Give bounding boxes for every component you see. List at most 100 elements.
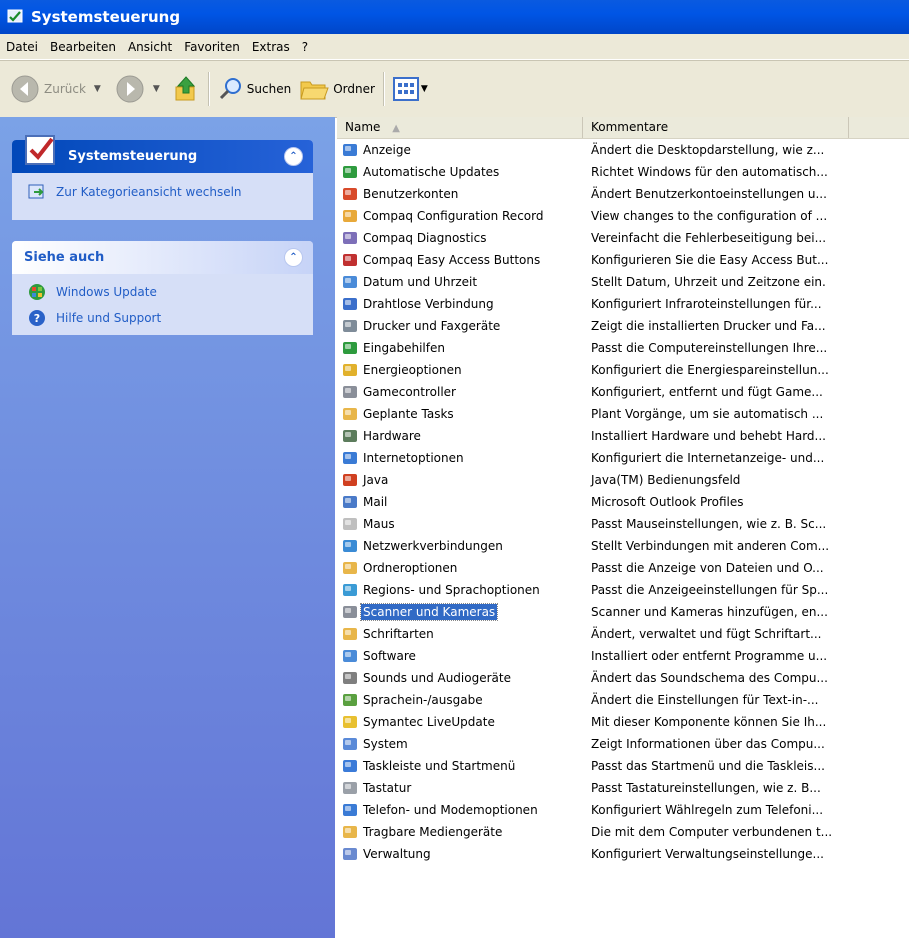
item-name-cell[interactable]: Hardware xyxy=(337,425,423,447)
item-name-cell[interactable]: Mail xyxy=(337,491,389,513)
list-item[interactable]: Maus Passt Mauseinstellungen, wie z. B. S… xyxy=(337,513,909,535)
item-name-cell[interactable]: Java xyxy=(337,469,390,491)
list-item[interactable]: Symantec LiveUpdate Mit dieser Komponente… xyxy=(337,711,909,733)
switch-category-view-link[interactable]: Zur Kategorieansicht wechseln xyxy=(12,179,313,205)
list-item[interactable]: Sounds und Audiogeräte Ändert das Soundsc… xyxy=(337,667,909,689)
list-item[interactable]: Compaq Configuration Record View changes … xyxy=(337,205,909,227)
search-label: Suchen xyxy=(246,82,292,96)
menu-edit[interactable]: Bearbeiten xyxy=(44,40,122,54)
list-item[interactable]: Drahtlose Verbindung Konfiguriert Infraro… xyxy=(337,293,909,315)
column-header-comment[interactable]: Kommentare xyxy=(583,117,849,138)
up-folder-button[interactable] xyxy=(168,69,204,109)
item-name-cell[interactable]: Compaq Configuration Record xyxy=(337,205,545,227)
list-item[interactable]: Drucker und Faxgeräte Zeigt die installie… xyxy=(337,315,909,337)
item-name-cell[interactable]: Maus xyxy=(337,513,397,535)
forward-button[interactable]: ▼ xyxy=(111,69,164,109)
item-name-cell[interactable]: Software xyxy=(337,645,418,667)
collapse-icon[interactable]: ⌃ xyxy=(284,147,303,166)
list-item[interactable]: Gamecontroller Konfiguriert, entfernt und… xyxy=(337,381,909,403)
search-button[interactable]: Suchen xyxy=(214,69,295,109)
list-item[interactable]: Verwaltung Konfiguriert Verwaltungseinste… xyxy=(337,843,909,865)
list-item[interactable]: Datum und Uhrzeit Stellt Datum, Uhrzeit u… xyxy=(337,271,909,293)
item-name-cell[interactable]: Geplante Tasks xyxy=(337,403,456,425)
list-item[interactable]: System Zeigt Informationen über das Compu… xyxy=(337,733,909,755)
item-name-cell[interactable]: Drahtlose Verbindung xyxy=(337,293,496,315)
item-name-cell[interactable]: Anzeige xyxy=(337,139,413,161)
menu-favorites[interactable]: Favoriten xyxy=(178,40,246,54)
item-name-cell[interactable]: Automatische Updates xyxy=(337,161,501,183)
item-name-cell[interactable]: Schriftarten xyxy=(337,623,436,645)
list-item[interactable]: Benutzerkonten Ändert Benutzerkontoeinste… xyxy=(337,183,909,205)
list-item[interactable]: Eingabehilfen Passt die Computereinstellu… xyxy=(337,337,909,359)
item-name-cell[interactable]: System xyxy=(337,733,410,755)
list-item[interactable]: Compaq Easy Access Buttons Konfigurieren … xyxy=(337,249,909,271)
item-comment: Konfiguriert Infraroteinstellungen für..… xyxy=(591,297,822,311)
pane-header[interactable]: Systemsteuerung ⌃ xyxy=(12,135,313,173)
list-item[interactable]: Regions- und Sprachoptionen Passt die Anz… xyxy=(337,579,909,601)
chevron-down-icon[interactable]: ▼ xyxy=(153,84,160,94)
list-item[interactable]: Tragbare Mediengeräte Die mit dem Compute… xyxy=(337,821,909,843)
pane-header[interactable]: Siehe auch ⌃ xyxy=(12,241,313,274)
list-item[interactable]: Sprachein-/ausgabe Ändert die Einstellung… xyxy=(337,689,909,711)
item-name-cell[interactable]: Netzwerkverbindungen xyxy=(337,535,505,557)
item-name: Sounds und Audiogeräte xyxy=(363,671,511,685)
item-name-cell[interactable]: Eingabehilfen xyxy=(337,337,447,359)
menu-extras[interactable]: Extras xyxy=(246,40,296,54)
list-item[interactable]: Anzeige Ändert die Desktopdarstellung, wi… xyxy=(337,139,909,161)
item-name: Eingabehilfen xyxy=(363,341,445,355)
list-item[interactable]: Automatische Updates Richtet Windows für … xyxy=(337,161,909,183)
chevron-down-icon[interactable]: ▼ xyxy=(421,84,428,94)
item-name-cell[interactable]: Datum und Uhrzeit xyxy=(337,271,479,293)
link-label: Zur Kategorieansicht wechseln xyxy=(56,185,242,199)
list-item[interactable]: Ordneroptionen Passt die Anzeige von Date… xyxy=(337,557,909,579)
list-item[interactable]: Mail Microsoft Outlook Profiles xyxy=(337,491,909,513)
item-name-cell[interactable]: Ordneroptionen xyxy=(337,557,459,579)
item-comment: Konfiguriert Verwaltungseinstellunge... xyxy=(591,847,824,861)
menu-view[interactable]: Ansicht xyxy=(122,40,178,54)
item-name-cell[interactable]: Tastatur xyxy=(337,777,413,799)
list-item[interactable]: Software Installiert oder entfernt Progra… xyxy=(337,645,909,667)
list-item[interactable]: Java Java(TM) Bedienungsfeld xyxy=(337,469,909,491)
item-name-cell[interactable]: Internetoptionen xyxy=(337,447,466,469)
item-name-cell[interactable]: Compaq Easy Access Buttons xyxy=(337,249,542,271)
menu-file[interactable]: Datei xyxy=(0,40,44,54)
item-comment: Ändert die Einstellungen für Text-in-... xyxy=(591,693,819,707)
item-name-cell[interactable]: Regions- und Sprachoptionen xyxy=(337,579,542,601)
item-name-cell[interactable]: Sounds und Audiogeräte xyxy=(337,667,513,689)
item-name-cell[interactable]: Sprachein-/ausgabe xyxy=(337,689,485,711)
chevron-down-icon[interactable]: ▼ xyxy=(94,84,101,94)
list-item[interactable]: Netzwerkverbindungen Stellt Verbindungen … xyxy=(337,535,909,557)
item-name-cell[interactable]: Gamecontroller xyxy=(337,381,458,403)
views-button[interactable]: ▼ xyxy=(389,69,432,109)
item-name-cell[interactable]: Symantec LiveUpdate xyxy=(337,711,497,733)
item-name-cell[interactable]: Scanner und Kameras xyxy=(337,601,499,623)
item-name-cell[interactable]: Compaq Diagnostics xyxy=(337,227,488,249)
list-item[interactable]: Hardware Installiert Hardware und behebt … xyxy=(337,425,909,447)
list-item[interactable]: Telefon- und Modemoptionen Konfiguriert W… xyxy=(337,799,909,821)
collapse-icon[interactable]: ⌃ xyxy=(284,248,303,267)
item-comment: Ändert, verwaltet und fügt Schriftart... xyxy=(591,627,822,641)
item-name-cell[interactable]: Telefon- und Modemoptionen xyxy=(337,799,540,821)
item-name-cell[interactable]: Tragbare Mediengeräte xyxy=(337,821,504,843)
item-name-cell[interactable]: Verwaltung xyxy=(337,843,433,865)
list-item[interactable]: Taskleiste und Startmenü Passt das Startm… xyxy=(337,755,909,777)
list-item[interactable]: Scanner und Kameras Scanner und Kameras h… xyxy=(337,601,909,623)
list-item[interactable]: Energieoptionen Konfiguriert die Energies… xyxy=(337,359,909,381)
list-item[interactable]: Compaq Diagnostics Vereinfacht die Fehler… xyxy=(337,227,909,249)
item-name-cell[interactable]: Drucker und Faxgeräte xyxy=(337,315,502,337)
item-name-cell[interactable]: Benutzerkonten xyxy=(337,183,460,205)
item-name-cell[interactable]: Energieoptionen xyxy=(337,359,464,381)
help-support-link[interactable]: ? Hilfe und Support xyxy=(12,305,313,331)
display-icon xyxy=(343,144,357,156)
list-item[interactable]: Geplante Tasks Plant Vorgänge, um sie aut… xyxy=(337,403,909,425)
column-header-name[interactable]: Name ▲ xyxy=(337,117,583,138)
item-name-cell[interactable]: Taskleiste und Startmenü xyxy=(337,755,517,777)
list-item[interactable]: Internetoptionen Konfiguriert die Interne… xyxy=(337,447,909,469)
menu-help[interactable]: ? xyxy=(296,40,314,54)
folders-button[interactable]: Ordner xyxy=(295,69,379,109)
back-label: Zurück xyxy=(44,82,86,96)
list-item[interactable]: Tastatur Passt Tastatureinstellungen, wie… xyxy=(337,777,909,799)
windows-update-link[interactable]: Windows Update xyxy=(12,279,313,305)
list-item[interactable]: Schriftarten Ändert, verwaltet und fügt S… xyxy=(337,623,909,645)
back-button[interactable]: Zurück ▼ xyxy=(6,69,105,109)
